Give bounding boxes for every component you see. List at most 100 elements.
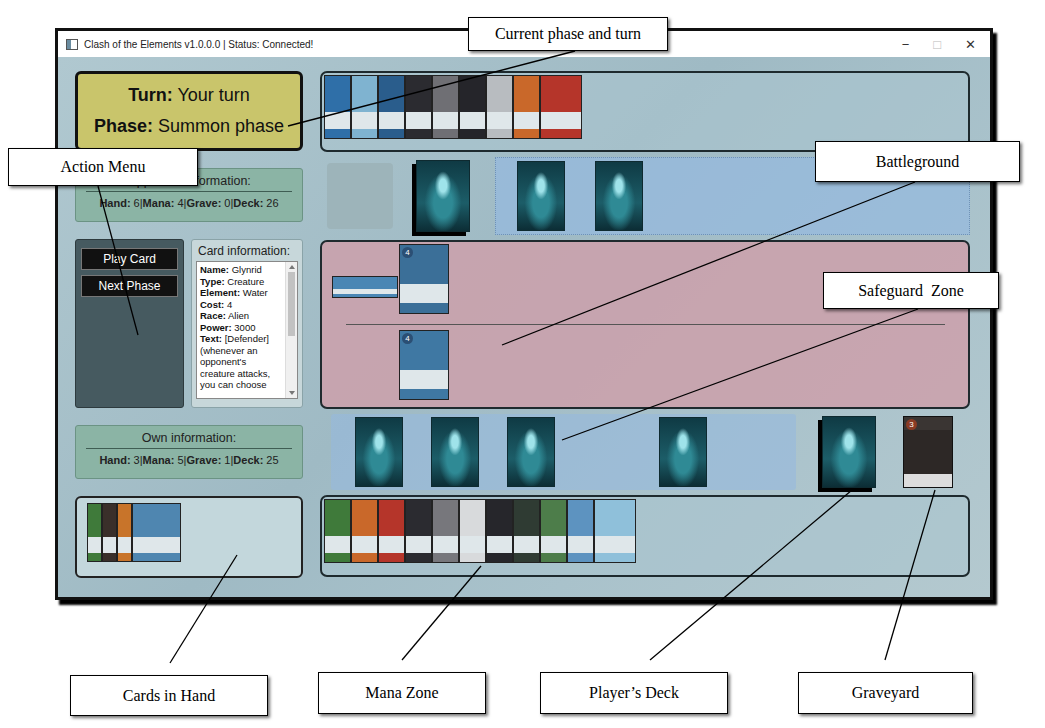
page: Clash of the Elements v1.0.0.0 | Status:…: [0, 0, 1045, 728]
card-field: Element: Water: [200, 287, 282, 299]
app-icon: [66, 39, 78, 50]
mana-card[interactable]: [459, 75, 486, 139]
hand-card[interactable]: [117, 503, 132, 562]
callout-line: [402, 566, 481, 660]
callout-label: Action Menu: [8, 148, 198, 186]
card-info-title: Card information:: [196, 243, 298, 261]
callout-label: Battleground: [815, 141, 1020, 182]
mana-card[interactable]: [486, 499, 513, 563]
mana-card[interactable]: [513, 499, 540, 563]
mana-card[interactable]: [378, 499, 405, 563]
callout-label: Graveyard: [798, 672, 973, 714]
separator: |: [184, 454, 187, 466]
window-control: □: [933, 37, 941, 52]
separator: |: [184, 197, 187, 209]
scroll-track: [286, 272, 297, 388]
creature-card[interactable]: 4: [399, 330, 449, 400]
mana-cards: [324, 75, 966, 139]
window-control[interactable]: −: [902, 37, 910, 52]
creature-card[interactable]: 4: [399, 244, 449, 314]
mana-card[interactable]: [540, 75, 582, 139]
callout-label: Safeguard Zone: [823, 272, 999, 309]
action-menu: Play Card Next Phase: [75, 239, 184, 408]
deck-card: [416, 160, 470, 232]
safeguard-card: [355, 417, 403, 487]
callout-lines: [0, 0, 1045, 728]
hand-card[interactable]: [132, 503, 181, 562]
divider: [86, 448, 292, 449]
mana-card[interactable]: [486, 75, 513, 139]
mana-card[interactable]: [567, 499, 594, 563]
separator: |: [230, 197, 233, 209]
card-field: Text: [Defender] (whenever an opponent's…: [200, 333, 282, 391]
callout-line: [170, 555, 237, 663]
stat: Mana: 5: [143, 454, 184, 466]
mana-card[interactable]: [351, 499, 378, 563]
mana-card[interactable]: [513, 75, 540, 139]
callout-label: Mana Zone: [318, 672, 486, 714]
scrollbar[interactable]: [285, 262, 297, 398]
stats-line: Hand: 3|Mana: 5|Grave: 1|Deck: 25: [82, 454, 296, 466]
safeguard-card: [517, 161, 565, 231]
own-row: 3: [320, 414, 970, 490]
mana-card[interactable]: [432, 499, 459, 563]
mana-card[interactable]: [378, 75, 405, 139]
mana-card[interactable]: [459, 499, 486, 563]
card-field: Type: Creature: [200, 276, 282, 288]
action-row: Play Card Next Phase Card information: Na…: [75, 239, 303, 408]
player-deck[interactable]: [822, 416, 876, 488]
own-info: Own information: Hand: 3|Mana: 5|Grave: …: [75, 425, 303, 479]
callout-line: [288, 51, 575, 126]
card-field: Name: Glynrid: [200, 264, 282, 276]
callout-line: [98, 186, 138, 335]
scroll-thumb[interactable]: [288, 272, 295, 336]
hand-card[interactable]: [102, 503, 117, 562]
card-info-box[interactable]: Name: GlynridType: CreatureElement: Wate…: [196, 261, 298, 399]
own-mana-zone: [320, 495, 970, 577]
callout-label: Cards in Hand: [70, 675, 268, 716]
turn-line: Turn: Your turn: [128, 85, 250, 106]
stat: Deck: 26: [233, 197, 278, 209]
action-button[interactable]: Play Card: [81, 248, 178, 270]
divider: [86, 191, 292, 192]
action-button[interactable]: Next Phase: [81, 275, 178, 297]
card-info-text: Name: GlynridType: CreatureElement: Wate…: [197, 262, 285, 398]
mana-card[interactable]: [324, 499, 351, 563]
graveyard[interactable]: 3: [903, 416, 953, 488]
mana-card[interactable]: [324, 75, 351, 139]
callout-label: Player’s Deck: [540, 672, 728, 714]
callout-line: [562, 309, 918, 440]
stat: Hand: 6: [99, 197, 139, 209]
scroll-up-icon[interactable]: [289, 265, 295, 269]
window-control[interactable]: ✕: [965, 37, 976, 52]
phase-line: Phase: Summon phase: [94, 116, 284, 137]
stat: Grave: 1: [186, 454, 230, 466]
stats-line: Hand: 6|Mana: 4|Grave: 0|Deck: 26: [82, 197, 296, 209]
cost-badge: 4: [402, 247, 413, 258]
card-info: Card information: Name: GlynridType: Cre…: [191, 239, 303, 408]
callout-line: [885, 490, 935, 660]
game-window: Clash of the Elements v1.0.0.0 | Status:…: [55, 28, 993, 600]
mana-card[interactable]: [351, 75, 378, 139]
safeguard-card: [431, 417, 479, 487]
hand-zone: [75, 496, 303, 578]
mana-card[interactable]: [405, 499, 432, 563]
opponent-graveyard: [327, 163, 393, 229]
mana-card[interactable]: [540, 499, 567, 563]
turn-panel: Turn: Your turn Phase: Summon phase: [75, 71, 303, 151]
own-creatures: 4: [332, 330, 958, 399]
mana-card[interactable]: [405, 75, 432, 139]
card-field: Race: Alien: [200, 310, 282, 322]
callout-label: Current phase and turn: [468, 17, 668, 51]
cost-badge: 3: [906, 419, 917, 430]
game-board: Turn: Your turn Phase: Summon phase Oppo…: [58, 57, 990, 597]
mana-card[interactable]: [594, 499, 636, 563]
safeguard-card: [659, 417, 707, 487]
mana-card[interactable]: [432, 75, 459, 139]
scroll-down-icon[interactable]: [289, 391, 295, 395]
hand-card[interactable]: [87, 503, 102, 562]
opponent-deck: [416, 160, 470, 232]
creature-card[interactable]: [332, 276, 398, 298]
window-controls: − □ ✕: [902, 37, 976, 52]
battle-divider: [346, 324, 945, 325]
